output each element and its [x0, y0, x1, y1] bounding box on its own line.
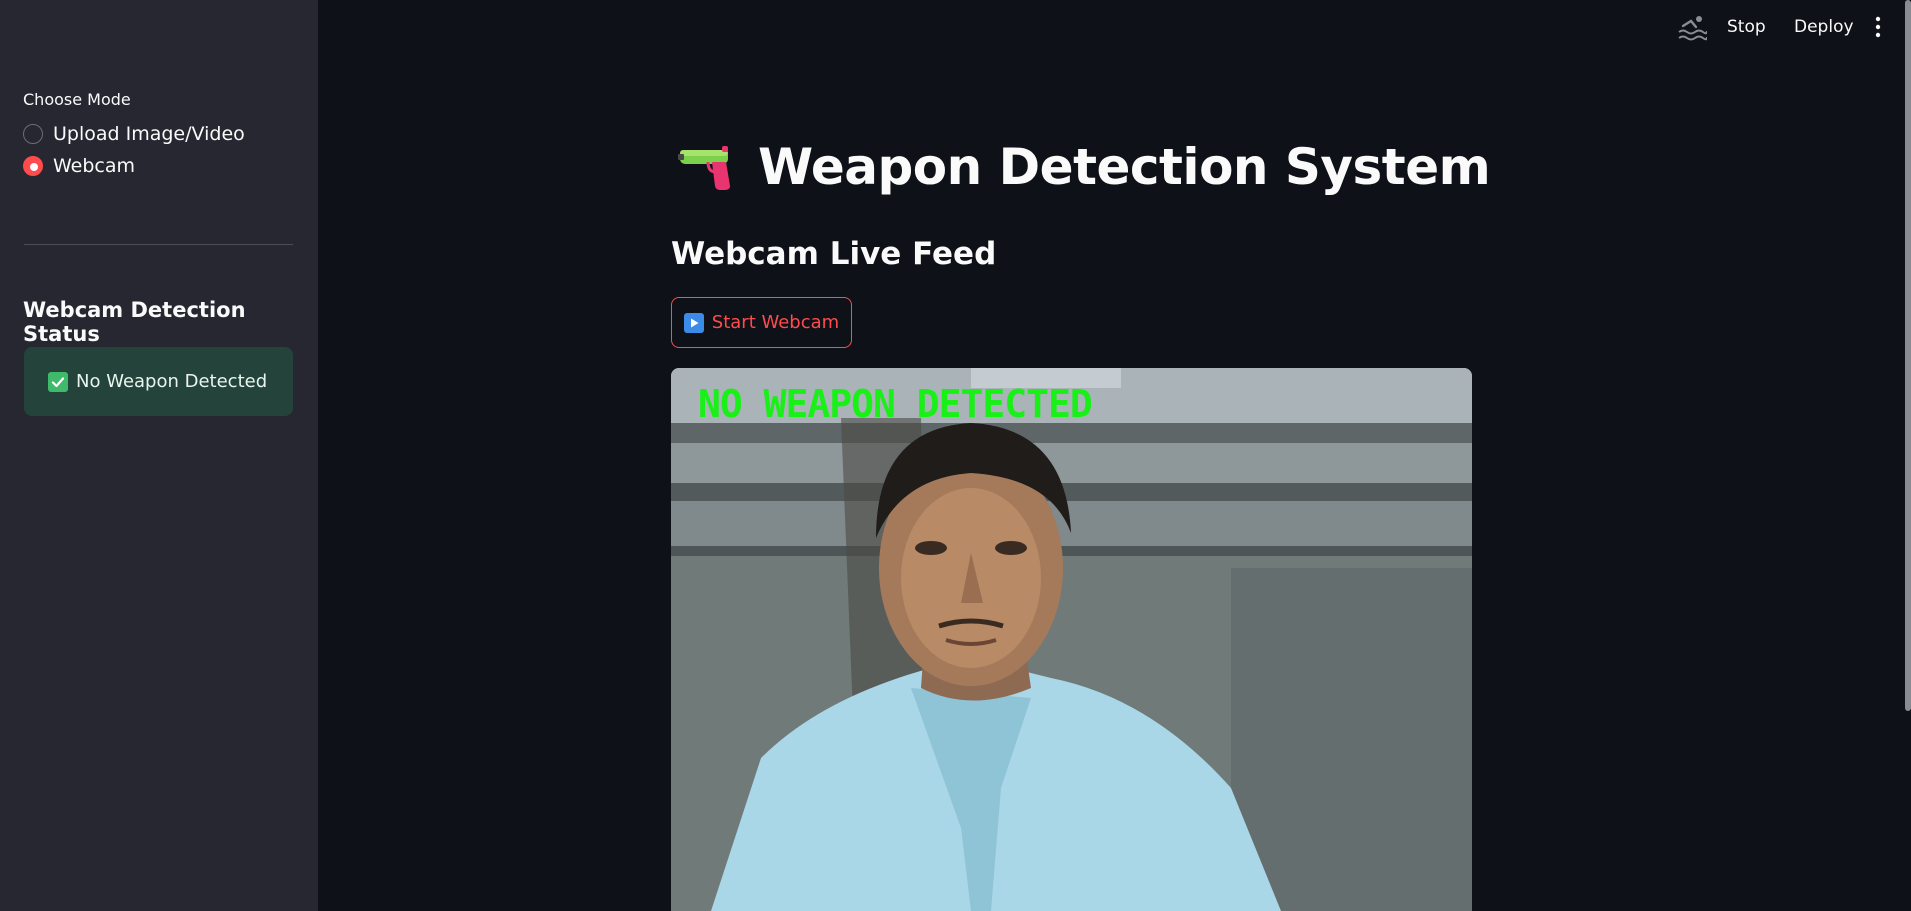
check-box-icon [48, 371, 68, 392]
sidebar: Choose Mode Upload Image/Video Webcam We… [0, 0, 318, 911]
status-message: No Weapon Detected [76, 371, 268, 392]
app-root: Choose Mode Upload Image/Video Webcam We… [0, 0, 1911, 911]
webcam-image [671, 368, 1472, 911]
mode-label: Choose Mode [23, 90, 131, 109]
stop-button[interactable]: Stop [1727, 17, 1766, 37]
radio-unchecked-icon[interactable] [23, 124, 43, 144]
mode-option-upload[interactable]: Upload Image/Video [23, 123, 245, 145]
deploy-button[interactable]: Deploy [1794, 17, 1854, 37]
mode-option-label: Upload Image/Video [53, 123, 245, 145]
detection-overlay-text: NO WEAPON DETECTED [698, 382, 1093, 426]
start-webcam-button[interactable]: Start Webcam [671, 297, 852, 348]
radio-checked-icon[interactable] [23, 156, 43, 176]
status-alert: No Weapon Detected [24, 347, 293, 416]
webcam-frame: NO WEAPON DETECTED [671, 368, 1472, 911]
kebab-menu-icon[interactable] [1872, 16, 1884, 38]
page-title: Weapon Detection System [758, 138, 1491, 196]
sidebar-divider [24, 244, 293, 245]
start-webcam-label: Start Webcam [711, 312, 840, 333]
title-row: Weapon Detection System [678, 138, 1491, 196]
play-icon [683, 312, 704, 333]
water-pistol-icon [678, 146, 730, 190]
status-heading: Webcam Detection Status [23, 298, 246, 346]
mode-option-label: Webcam [53, 155, 136, 177]
swimmer-icon [1678, 16, 1707, 41]
mode-option-webcam[interactable]: Webcam [23, 155, 135, 177]
section-heading: Webcam Live Feed [671, 236, 997, 272]
page-scrollbar[interactable] [1905, 0, 1911, 711]
